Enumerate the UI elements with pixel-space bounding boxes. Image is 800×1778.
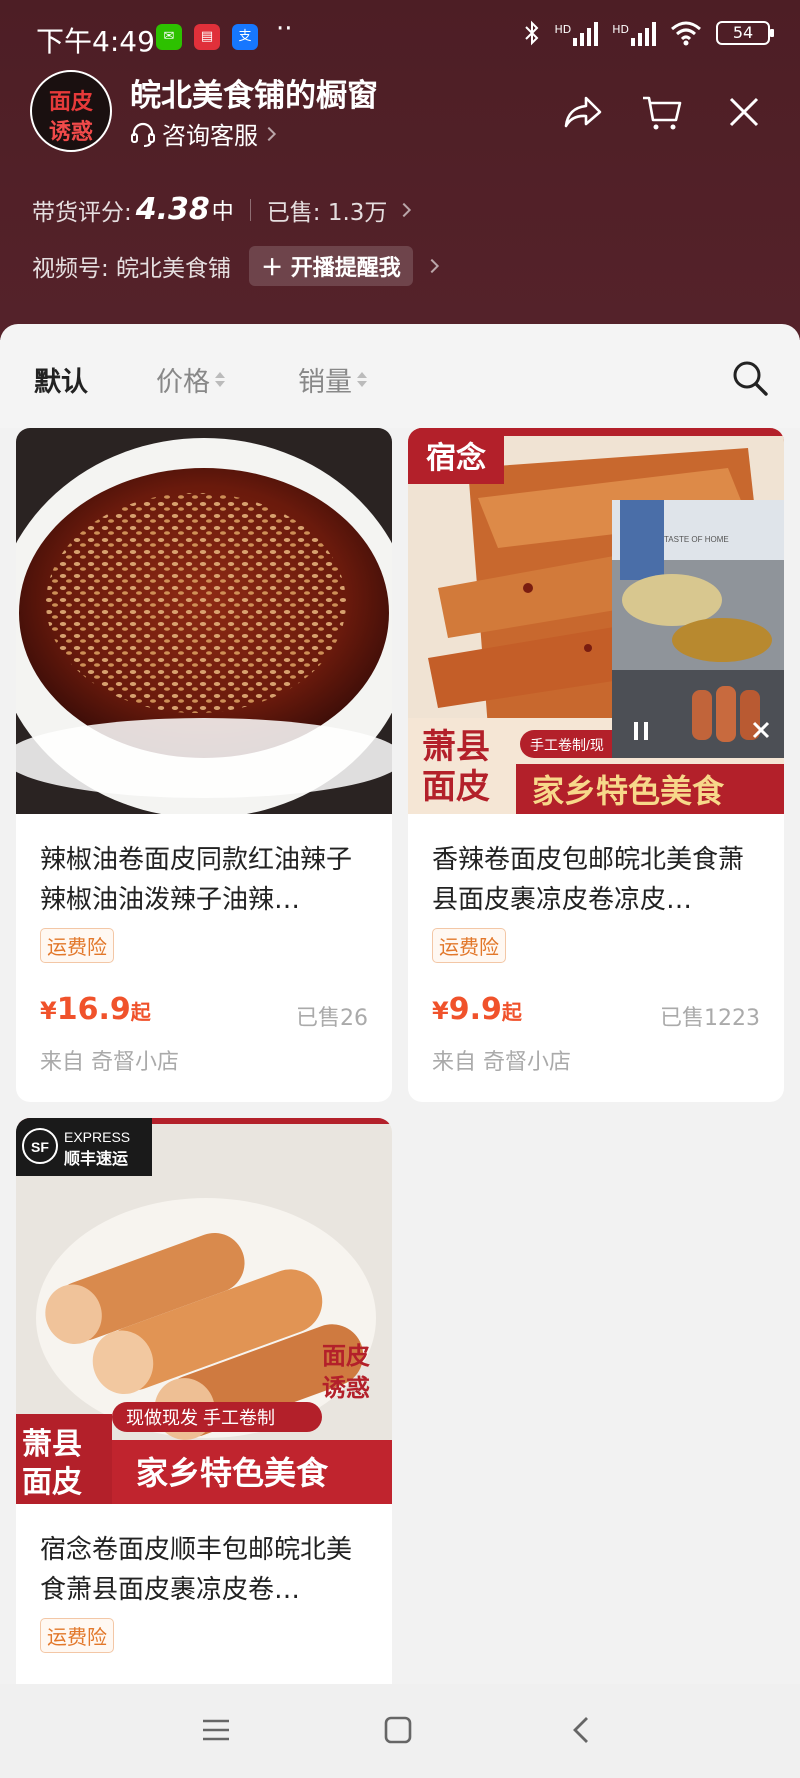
image-handmade-text: 手工卷制/现 [530,737,604,753]
logo-text: 诱惑 [48,119,93,145]
product-card[interactable]: SF EXPRESS 顺丰速运 面皮 诱惑 现做现发 手工卷制 萧县 面皮 家乡… [16,1118,392,1684]
menu-icon[interactable] [200,1714,232,1746]
chevron-right-icon [261,126,277,141]
product-title[interactable]: 宿念卷面皮顺丰包邮皖北美食萧县面皮裹凉皮卷… [40,1530,370,1610]
home-icon[interactable] [382,1714,414,1746]
channel-row: 视频号: 皖北美食铺 ＋ 开播提醒我 [32,246,439,286]
image-brand-text: 宿念 [426,441,486,476]
image-region-text: 萧县 [422,727,490,767]
remind-label: 开播提醒我 [290,256,401,281]
tab-label: 销量 [298,367,352,398]
express-en-text: EXPRESS [64,1129,130,1145]
tab-label: 价格 [156,367,210,398]
live-reminder-button[interactable]: ＋ 开播提醒我 [249,246,413,286]
hd-label: HD [612,23,629,36]
rating-label: 带货评分: [32,199,132,226]
tab-default[interactable]: 默认 [34,360,88,399]
chevron-right-icon [424,258,439,274]
sold-count[interactable]: 已售: 1.3万 [267,193,388,227]
cart-icon[interactable] [640,90,684,134]
close-icon[interactable] [722,90,766,134]
sort-arrows-icon [215,372,225,387]
image-region-text: 面皮 [22,1465,82,1500]
signal-icon [573,20,599,46]
chevron-right-icon [397,202,412,217]
product-image[interactable]: SF EXPRESS 顺丰速运 面皮 诱惑 现做现发 手工卷制 萧县 面皮 家乡… [16,1118,392,1504]
status-bar: 下午4:49 ✉ ▤ 支 ·· HD HD 54 [0,0,800,76]
image-tag-text: 诱惑 [322,1373,370,1402]
video-sign-text: TASTE OF HOME [664,535,729,544]
pause-icon[interactable] [626,714,656,748]
rating-grade: 中 [211,199,234,225]
system-nav-bar [0,1684,800,1778]
product-title[interactable]: 辣椒油卷面皮同款红油辣子辣椒油油泼辣子油辣… [40,840,370,920]
service-label: 咨询客服 [162,122,258,150]
headset-icon [131,122,155,147]
sf-logo-text: SF [31,1139,49,1155]
shop-stats: 带货评分: 4.38 中 已售: 1.3万 [32,192,412,227]
divider [249,198,251,221]
tab-price[interactable]: 价格 [156,360,225,399]
bluetooth-icon [524,20,538,46]
shop-header: 下午4:49 ✉ ▤ 支 ·· HD HD 54 面皮 诱惑 皖北美食铺的橱窗 … [0,0,800,340]
status-time: 下午4:49 [36,25,155,58]
search-icon[interactable] [730,358,770,398]
tab-label: 默认 [34,367,88,398]
wechat-icon: ✉ [156,24,182,50]
floating-video-player[interactable]: TASTE OF HOME [612,500,784,758]
image-region-text: 面皮 [422,767,490,807]
product-image[interactable] [16,428,392,814]
store-source: 来自 奇督小店 [432,1050,571,1075]
news-app-icon: ▤ [194,24,220,50]
freight-insurance-badge: 运费险 [432,928,506,963]
express-cn-text: 顺丰速运 [64,1149,128,1168]
signal-icon [631,20,656,46]
image-slogan-text: 家乡特色美食 [136,1454,329,1492]
shop-name: 皖北美食铺的橱窗 [130,78,378,114]
back-icon[interactable] [566,1714,598,1746]
image-tag-text: 面皮 [322,1341,370,1370]
freight-insurance-badge: 运费险 [40,928,114,963]
battery-icon: 54 [716,21,774,45]
channel-label: 视频号: 皖北美食铺 [32,256,232,282]
logo-text: 面皮 [48,89,93,115]
product-price: ¥9.9起 [432,992,522,1027]
image-region-text: 萧县 [22,1427,82,1462]
hd-label: HD [554,23,572,36]
store-source: 来自 奇督小店 [40,1050,179,1075]
product-price: ¥16.9起 [40,992,151,1027]
product-card[interactable]: 宿念 萧县 面皮 手工卷制/现 家乡特色美食 TASTE OF HOME 香辣卷… [408,428,784,1102]
sort-bar: 默认 价格 销量 [0,324,800,428]
product-title[interactable]: 香辣卷面皮包邮皖北美食萧县面皮裹凉皮卷凉皮… [432,840,762,920]
alipay-icon: 支 [232,24,258,50]
freight-insurance-badge: 运费险 [40,1618,114,1653]
tab-sales[interactable]: 销量 [298,360,367,399]
shop-logo[interactable]: 面皮 诱惑 [30,70,112,152]
wifi-icon [671,21,701,46]
customer-service-link[interactable]: 咨询客服 [130,116,277,151]
sold-count: 已售1223 [660,1006,760,1031]
sort-arrows-icon [357,372,367,387]
close-video-icon[interactable] [746,714,776,748]
product-card[interactable]: 辣椒油卷面皮同款红油辣子辣椒油油泼辣子油辣… 运费险 ¥16.9起 已售26 来… [16,428,392,1102]
more-notifications-icon: ·· [276,14,293,44]
image-banner-text: 现做现发 手工卷制 [126,1408,275,1428]
share-icon[interactable] [560,90,604,134]
sold-count: 已售26 [296,1006,368,1031]
rating-score: 4.38 [135,192,210,227]
image-slogan-text: 家乡特色美食 [532,772,725,810]
